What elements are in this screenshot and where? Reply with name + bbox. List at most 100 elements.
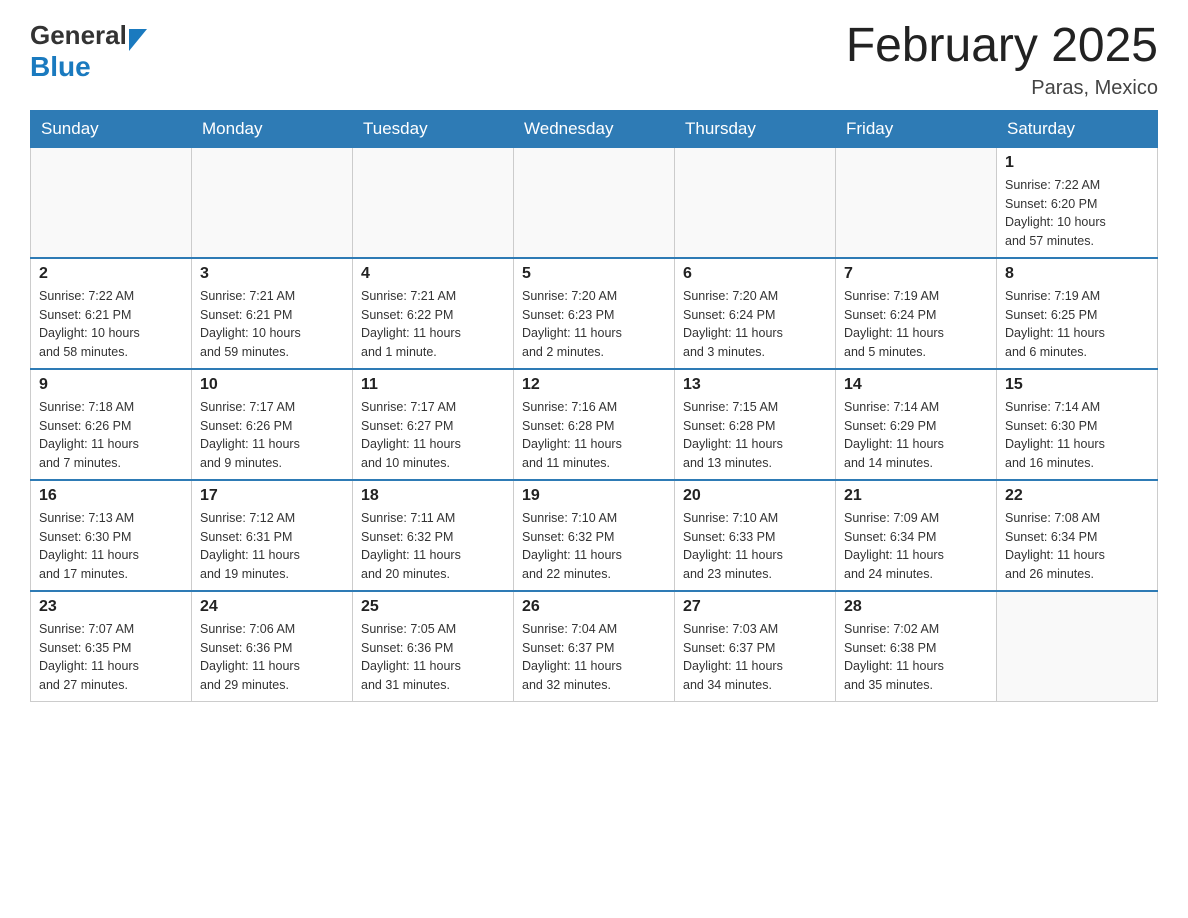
- day-number: 7: [844, 265, 988, 283]
- day-info: Sunrise: 7:13 AMSunset: 6:30 PMDaylight:…: [39, 509, 183, 584]
- col-wednesday: Wednesday: [514, 110, 675, 147]
- day-number: 11: [361, 376, 505, 394]
- table-row: 8 Sunrise: 7:19 AMSunset: 6:25 PMDaylight…: [997, 258, 1158, 369]
- day-number: 5: [522, 265, 666, 283]
- table-row: [514, 147, 675, 258]
- table-row: 6Sunrise: 7:20 AMSunset: 6:24 PMDaylight…: [675, 258, 836, 369]
- table-row: 1 Sunrise: 7:22 AMSunset: 6:20 PMDaylight…: [997, 147, 1158, 258]
- day-info: Sunrise: 7:09 AMSunset: 6:34 PMDaylight:…: [844, 509, 988, 584]
- day-number: 24: [200, 598, 344, 616]
- day-number: 1: [1005, 154, 1149, 172]
- calendar-title: February 2025: [846, 20, 1158, 73]
- table-row: 15Sunrise: 7:14 AMSunset: 6:30 PMDayligh…: [997, 369, 1158, 480]
- day-number: 6: [683, 265, 827, 283]
- table-row: 22 Sunrise: 7:08 AMSunset: 6:34 PMDayligh…: [997, 480, 1158, 591]
- table-row: 9 Sunrise: 7:18 AMSunset: 6:26 PMDaylight…: [31, 369, 192, 480]
- table-row: 16 Sunrise: 7:13 AMSunset: 6:30 PMDayligh…: [31, 480, 192, 591]
- table-row: 10Sunrise: 7:17 AMSunset: 6:26 PMDayligh…: [192, 369, 353, 480]
- table-row: 5 Sunrise: 7:20 AMSunset: 6:23 PMDaylight…: [514, 258, 675, 369]
- day-info: Sunrise: 7:07 AMSunset: 6:35 PMDaylight:…: [39, 620, 183, 695]
- table-row: 11 Sunrise: 7:17 AMSunset: 6:27 PMDayligh…: [353, 369, 514, 480]
- day-number: 14: [844, 376, 988, 394]
- table-row: 2 Sunrise: 7:22 AMSunset: 6:21 PMDaylight…: [31, 258, 192, 369]
- title-section: February 2025 Paras, Mexico: [846, 20, 1158, 100]
- day-info: Sunrise: 7:22 AMSunset: 6:21 PMDaylight:…: [39, 287, 183, 362]
- page-header: General Blue February 2025 Paras, Mexico: [30, 20, 1158, 100]
- calendar-week-row: 1 Sunrise: 7:22 AMSunset: 6:20 PMDaylight…: [31, 147, 1158, 258]
- table-row: 18 Sunrise: 7:11 AMSunset: 6:32 PMDayligh…: [353, 480, 514, 591]
- day-info: Sunrise: 7:03 AMSunset: 6:37 PMDaylight:…: [683, 620, 827, 695]
- table-row: 26 Sunrise: 7:04 AMSunset: 6:37 PMDayligh…: [514, 591, 675, 702]
- col-sunday: Sunday: [31, 110, 192, 147]
- day-info: Sunrise: 7:17 AMSunset: 6:27 PMDaylight:…: [361, 398, 505, 473]
- day-number: 17: [200, 487, 344, 505]
- day-info: Sunrise: 7:05 AMSunset: 6:36 PMDaylight:…: [361, 620, 505, 695]
- logo-general-text: General: [30, 20, 127, 51]
- day-number: 3: [200, 265, 344, 283]
- table-row: 24 Sunrise: 7:06 AMSunset: 6:36 PMDayligh…: [192, 591, 353, 702]
- day-number: 4: [361, 265, 505, 283]
- table-row: 3Sunrise: 7:21 AMSunset: 6:21 PMDaylight…: [192, 258, 353, 369]
- day-info: Sunrise: 7:15 AMSunset: 6:28 PMDaylight:…: [683, 398, 827, 473]
- table-row: 20 Sunrise: 7:10 AMSunset: 6:33 PMDayligh…: [675, 480, 836, 591]
- day-number: 21: [844, 487, 988, 505]
- table-row: 27 Sunrise: 7:03 AMSunset: 6:37 PMDayligh…: [675, 591, 836, 702]
- table-row: 23Sunrise: 7:07 AMSunset: 6:35 PMDayligh…: [31, 591, 192, 702]
- day-info: Sunrise: 7:12 AMSunset: 6:31 PMDaylight:…: [200, 509, 344, 584]
- day-number: 19: [522, 487, 666, 505]
- table-row: 13 Sunrise: 7:15 AMSunset: 6:28 PMDayligh…: [675, 369, 836, 480]
- calendar-week-row: 16 Sunrise: 7:13 AMSunset: 6:30 PMDayligh…: [31, 480, 1158, 591]
- calendar-week-row: 2 Sunrise: 7:22 AMSunset: 6:21 PMDaylight…: [31, 258, 1158, 369]
- day-info: Sunrise: 7:06 AMSunset: 6:36 PMDaylight:…: [200, 620, 344, 695]
- day-info: Sunrise: 7:20 AMSunset: 6:23 PMDaylight:…: [522, 287, 666, 362]
- day-info: Sunrise: 7:16 AMSunset: 6:28 PMDaylight:…: [522, 398, 666, 473]
- day-info: Sunrise: 7:19 AMSunset: 6:24 PMDaylight:…: [844, 287, 988, 362]
- table-row: [31, 147, 192, 258]
- table-row: 14 Sunrise: 7:14 AMSunset: 6:29 PMDayligh…: [836, 369, 997, 480]
- day-number: 27: [683, 598, 827, 616]
- day-info: Sunrise: 7:11 AMSunset: 6:32 PMDaylight:…: [361, 509, 505, 584]
- table-row: [997, 591, 1158, 702]
- day-number: 22: [1005, 487, 1149, 505]
- day-info: Sunrise: 7:22 AMSunset: 6:20 PMDaylight:…: [1005, 176, 1149, 251]
- day-number: 9: [39, 376, 183, 394]
- col-thursday: Thursday: [675, 110, 836, 147]
- day-info: Sunrise: 7:10 AMSunset: 6:33 PMDaylight:…: [683, 509, 827, 584]
- day-info: Sunrise: 7:18 AMSunset: 6:26 PMDaylight:…: [39, 398, 183, 473]
- day-number: 16: [39, 487, 183, 505]
- table-row: [836, 147, 997, 258]
- table-row: 7 Sunrise: 7:19 AMSunset: 6:24 PMDaylight…: [836, 258, 997, 369]
- table-row: 25Sunrise: 7:05 AMSunset: 6:36 PMDayligh…: [353, 591, 514, 702]
- day-number: 13: [683, 376, 827, 394]
- day-info: Sunrise: 7:14 AMSunset: 6:29 PMDaylight:…: [844, 398, 988, 473]
- col-friday: Friday: [836, 110, 997, 147]
- calendar-week-row: 9 Sunrise: 7:18 AMSunset: 6:26 PMDaylight…: [31, 369, 1158, 480]
- logo: General Blue: [30, 20, 147, 83]
- table-row: [353, 147, 514, 258]
- table-row: 19Sunrise: 7:10 AMSunset: 6:32 PMDayligh…: [514, 480, 675, 591]
- calendar-week-row: 23Sunrise: 7:07 AMSunset: 6:35 PMDayligh…: [31, 591, 1158, 702]
- day-info: Sunrise: 7:04 AMSunset: 6:37 PMDaylight:…: [522, 620, 666, 695]
- table-row: 17 Sunrise: 7:12 AMSunset: 6:31 PMDayligh…: [192, 480, 353, 591]
- table-row: 28Sunrise: 7:02 AMSunset: 6:38 PMDayligh…: [836, 591, 997, 702]
- day-number: 18: [361, 487, 505, 505]
- calendar-subtitle: Paras, Mexico: [846, 77, 1158, 100]
- day-number: 2: [39, 265, 183, 283]
- table-row: 21 Sunrise: 7:09 AMSunset: 6:34 PMDayligh…: [836, 480, 997, 591]
- day-info: Sunrise: 7:02 AMSunset: 6:38 PMDaylight:…: [844, 620, 988, 695]
- day-info: Sunrise: 7:21 AMSunset: 6:22 PMDaylight:…: [361, 287, 505, 362]
- day-number: 26: [522, 598, 666, 616]
- logo-arrow-icon: [129, 29, 147, 51]
- day-number: 8: [1005, 265, 1149, 283]
- day-info: Sunrise: 7:14 AMSunset: 6:30 PMDaylight:…: [1005, 398, 1149, 473]
- day-info: Sunrise: 7:08 AMSunset: 6:34 PMDaylight:…: [1005, 509, 1149, 584]
- day-info: Sunrise: 7:19 AMSunset: 6:25 PMDaylight:…: [1005, 287, 1149, 362]
- logo-blue-text: Blue: [30, 51, 91, 83]
- table-row: 4 Sunrise: 7:21 AMSunset: 6:22 PMDaylight…: [353, 258, 514, 369]
- day-number: 12: [522, 376, 666, 394]
- calendar-header-row: Sunday Monday Tuesday Wednesday Thursday…: [31, 110, 1158, 147]
- col-monday: Monday: [192, 110, 353, 147]
- col-tuesday: Tuesday: [353, 110, 514, 147]
- day-number: 20: [683, 487, 827, 505]
- day-info: Sunrise: 7:17 AMSunset: 6:26 PMDaylight:…: [200, 398, 344, 473]
